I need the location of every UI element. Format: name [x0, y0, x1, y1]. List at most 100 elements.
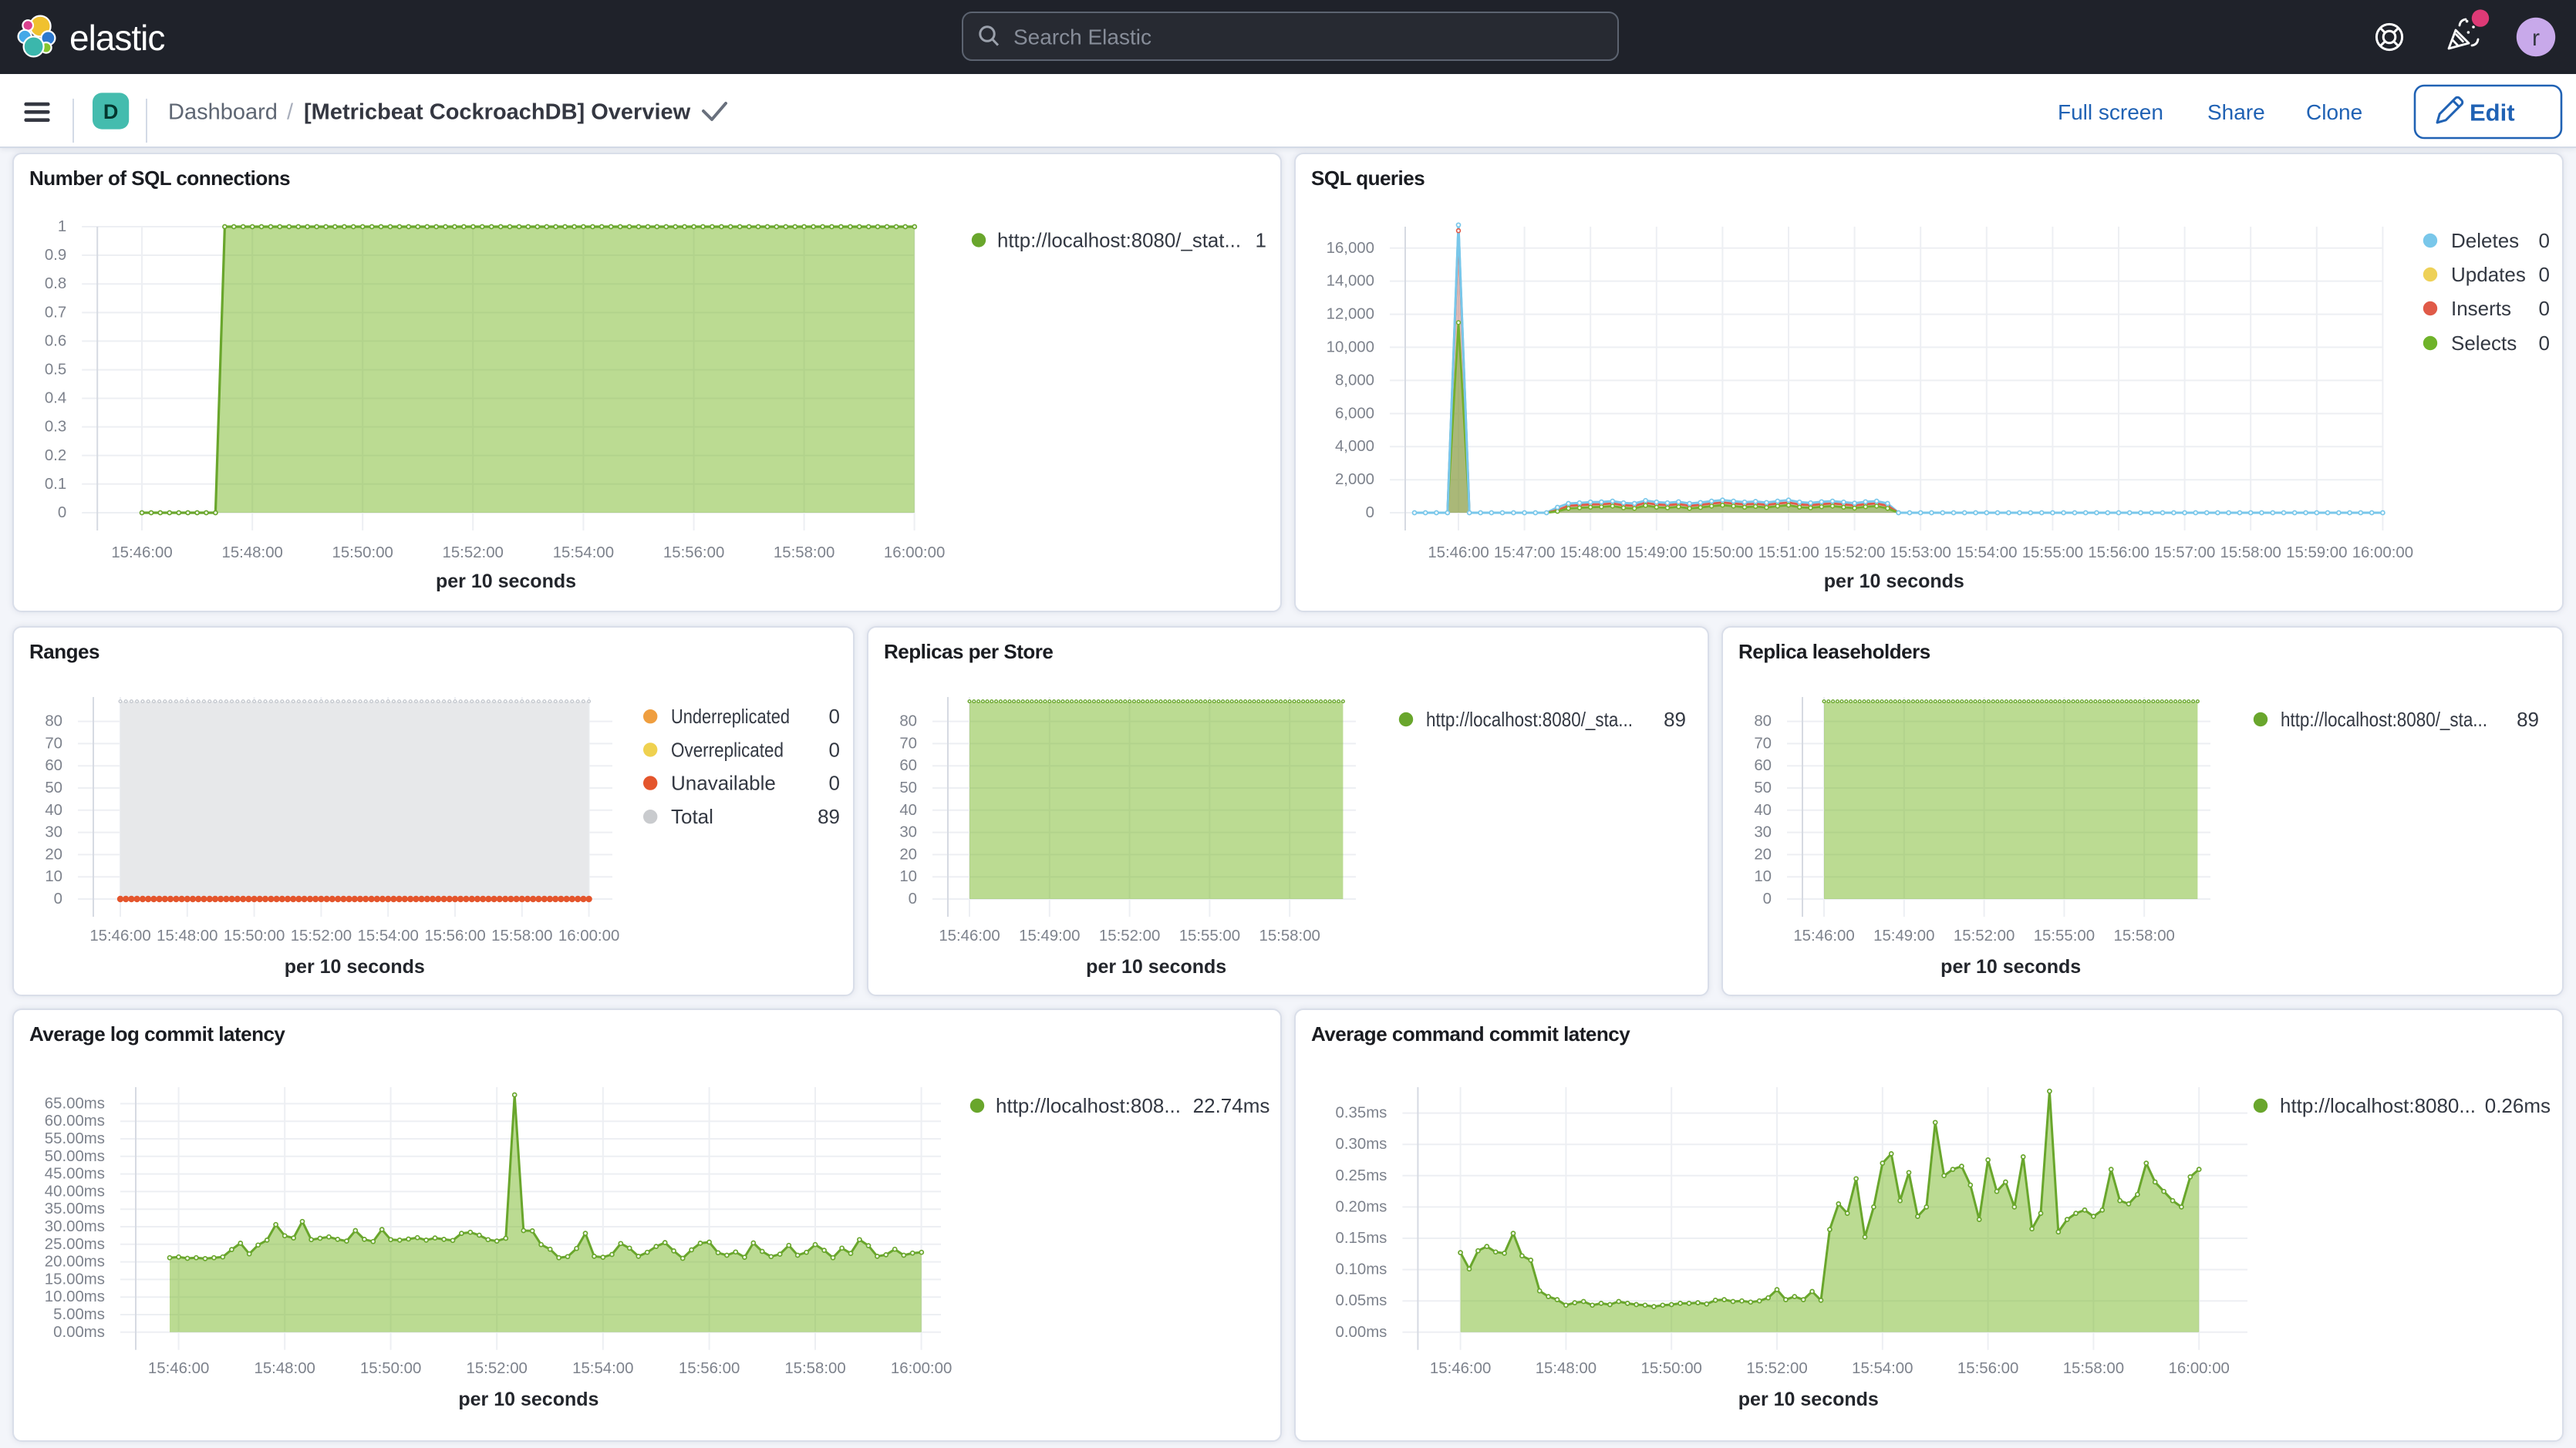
svg-text:0.10ms: 0.10ms	[1336, 1261, 1387, 1278]
svg-text:20: 20	[45, 846, 62, 863]
svg-text:Share: Share	[2207, 100, 2265, 124]
svg-text:0.7: 0.7	[45, 304, 66, 321]
svg-text:15:58:00: 15:58:00	[2114, 928, 2175, 945]
svg-text:15:46:00: 15:46:00	[148, 1360, 209, 1377]
svg-text:0: 0	[829, 705, 840, 728]
svg-text:Unavailable: Unavailable	[671, 772, 776, 795]
svg-text:15:52:00: 15:52:00	[467, 1360, 528, 1377]
svg-text:0.00ms: 0.00ms	[53, 1324, 105, 1341]
svg-text:http://localhost:8080/_stat...: http://localhost:8080/_stat...	[997, 228, 1241, 251]
svg-text:0.25ms: 0.25ms	[1336, 1167, 1387, 1184]
svg-text:15:54:00: 15:54:00	[1852, 1360, 1913, 1377]
svg-text:15:55:00: 15:55:00	[2022, 544, 2083, 561]
svg-text:16:00:00: 16:00:00	[558, 928, 619, 945]
svg-text:15:46:00: 15:46:00	[1793, 928, 1854, 945]
svg-text:80: 80	[1754, 713, 1772, 730]
svg-text:r: r	[2532, 25, 2540, 51]
svg-text:45.00ms: 45.00ms	[45, 1166, 105, 1183]
svg-text:0.6: 0.6	[45, 332, 66, 349]
svg-text:Underreplicated: Underreplicated	[671, 705, 790, 728]
svg-text:0.1: 0.1	[45, 476, 66, 493]
svg-text:80: 80	[899, 713, 917, 730]
svg-text:0.00ms: 0.00ms	[1336, 1324, 1387, 1341]
svg-text:0.30ms: 0.30ms	[1336, 1136, 1387, 1153]
svg-text:15:50:00: 15:50:00	[360, 1360, 421, 1377]
svg-text:15:46:00: 15:46:00	[1430, 1360, 1491, 1377]
svg-text:15:58:00: 15:58:00	[491, 928, 552, 945]
svg-text:0: 0	[54, 891, 62, 908]
svg-text:Updates: Updates	[2451, 263, 2526, 286]
svg-text:20.00ms: 20.00ms	[45, 1254, 105, 1271]
svg-text:per 10 seconds: per 10 seconds	[1824, 571, 1964, 592]
svg-text:0: 0	[2539, 229, 2550, 252]
svg-text:0: 0	[58, 504, 66, 521]
svg-text:10.00ms: 10.00ms	[45, 1288, 105, 1305]
svg-text:0.15ms: 0.15ms	[1336, 1230, 1387, 1247]
svg-text:15:49:00: 15:49:00	[1626, 544, 1687, 561]
svg-text:16,000: 16,000	[1327, 240, 1374, 257]
svg-text:0.5: 0.5	[45, 362, 66, 379]
svg-text:40: 40	[899, 802, 917, 819]
svg-text:Total: Total	[671, 805, 713, 828]
svg-text:1: 1	[58, 218, 66, 235]
svg-text:/: /	[287, 99, 294, 124]
svg-text:50.00ms: 50.00ms	[45, 1148, 105, 1165]
svg-text:D: D	[103, 100, 119, 123]
svg-text:0: 0	[1366, 504, 1374, 521]
svg-text:15:54:00: 15:54:00	[572, 1360, 633, 1377]
svg-text:15:54:00: 15:54:00	[358, 928, 419, 945]
svg-text:Full screen: Full screen	[2058, 100, 2163, 124]
svg-text:30.00ms: 30.00ms	[45, 1218, 105, 1235]
svg-text:0.8: 0.8	[45, 275, 66, 292]
svg-text:[Metricbeat CockroachDB] Overv: [Metricbeat CockroachDB] Overview	[304, 99, 691, 124]
svg-text:40: 40	[45, 802, 62, 819]
svg-text:Edit: Edit	[2470, 99, 2515, 126]
svg-text:http://localhost:8080/_sta...: http://localhost:8080/_sta...	[1426, 708, 1633, 731]
svg-text:per 10 seconds: per 10 seconds	[1738, 1389, 1879, 1410]
svg-text:20: 20	[1754, 846, 1772, 863]
svg-text:15:48:00: 15:48:00	[1536, 1360, 1597, 1377]
svg-text:0.26ms: 0.26ms	[2485, 1094, 2551, 1117]
svg-text:16:00:00: 16:00:00	[891, 1360, 952, 1377]
svg-text:0.2: 0.2	[45, 447, 66, 464]
svg-text:elastic: elastic	[69, 18, 164, 58]
svg-text:15:48:00: 15:48:00	[255, 1360, 315, 1377]
svg-text:2,000: 2,000	[1335, 471, 1374, 488]
svg-text:60.00ms: 60.00ms	[45, 1113, 105, 1130]
svg-text:10: 10	[45, 868, 62, 885]
svg-text:0: 0	[1763, 891, 1772, 908]
svg-text:50: 50	[1754, 780, 1772, 796]
svg-text:15:52:00: 15:52:00	[1746, 1360, 1807, 1377]
svg-text:14,000: 14,000	[1327, 273, 1374, 290]
svg-text:89: 89	[2517, 708, 2539, 731]
svg-text:Clone: Clone	[2306, 100, 2362, 124]
svg-text:15:56:00: 15:56:00	[2088, 544, 2149, 561]
svg-text:15:51:00: 15:51:00	[1758, 544, 1819, 561]
svg-text:0: 0	[829, 772, 840, 795]
svg-text:15:57:00: 15:57:00	[2154, 544, 2215, 561]
svg-text:70: 70	[45, 735, 62, 752]
svg-text:Search Elastic: Search Elastic	[1013, 25, 1151, 49]
svg-text:15:48:00: 15:48:00	[1560, 544, 1621, 561]
svg-text:15:54:00: 15:54:00	[1956, 544, 2017, 561]
svg-text:15:54:00: 15:54:00	[553, 544, 614, 561]
svg-text:15:58:00: 15:58:00	[2220, 544, 2281, 561]
svg-text:15:58:00: 15:58:00	[1259, 928, 1320, 945]
svg-text:15:50:00: 15:50:00	[1641, 1360, 1702, 1377]
svg-text:0.05ms: 0.05ms	[1336, 1292, 1387, 1309]
svg-text:40.00ms: 40.00ms	[45, 1183, 105, 1200]
svg-text:http://localhost:808...: http://localhost:808...	[996, 1094, 1181, 1117]
svg-text:Overreplicated: Overreplicated	[671, 738, 784, 761]
svg-text:15:48:00: 15:48:00	[157, 928, 217, 945]
svg-text:15:49:00: 15:49:00	[1873, 928, 1934, 945]
svg-text:10,000: 10,000	[1327, 338, 1374, 355]
svg-text:15:50:00: 15:50:00	[224, 928, 285, 945]
svg-text:Inserts: Inserts	[2451, 297, 2511, 320]
svg-text:60: 60	[45, 757, 62, 774]
svg-text:15:58:00: 15:58:00	[774, 544, 835, 561]
svg-text:4,000: 4,000	[1335, 438, 1374, 455]
svg-text:6,000: 6,000	[1335, 405, 1374, 422]
svg-text:15:52:00: 15:52:00	[1099, 928, 1160, 945]
svg-text:15:46:00: 15:46:00	[89, 928, 150, 945]
svg-text:16:00:00: 16:00:00	[2169, 1360, 2230, 1377]
